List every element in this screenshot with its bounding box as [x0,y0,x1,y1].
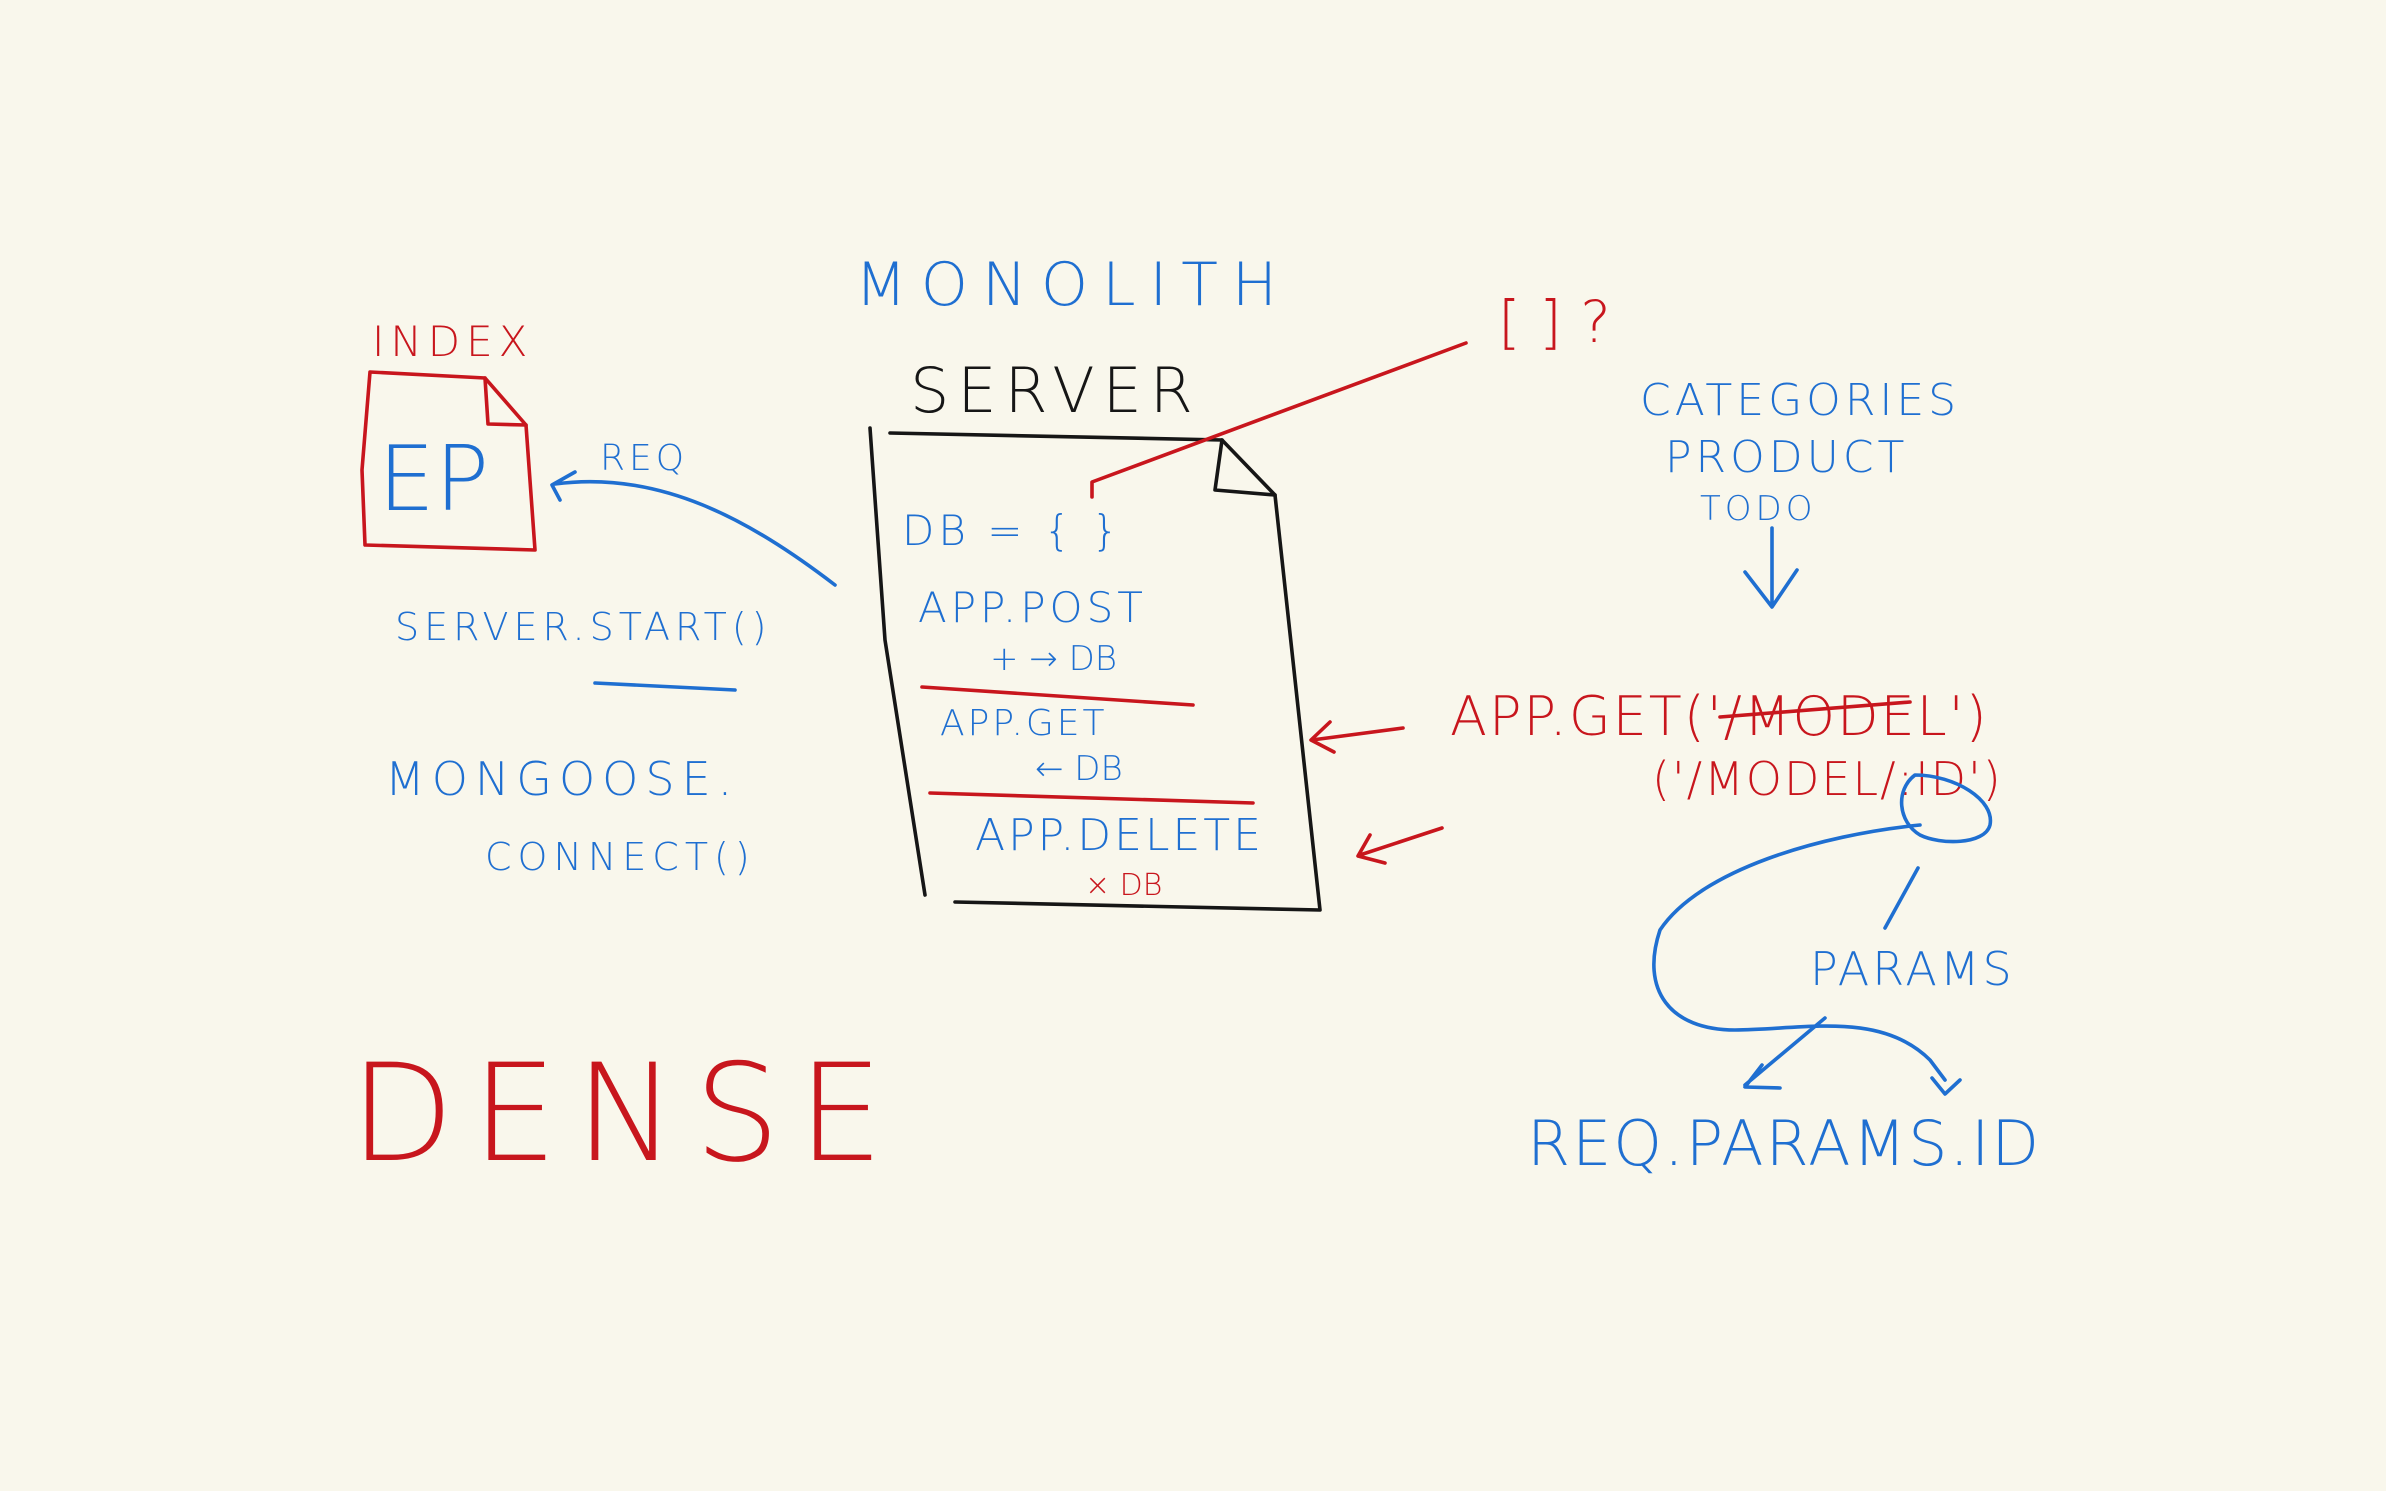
delete-arrow [1356,826,1444,865]
dense-label: DENSE [350,1035,901,1192]
down-arrow [1743,526,1799,609]
connect-label: CONNECT() [485,835,756,879]
app-get-line: APP.GET [940,703,1108,744]
app-delete-line: APP.DELETE [975,810,1264,861]
delete-db-line: × DB [1085,868,1162,903]
divider-2 [928,791,1255,805]
mongoose-label: MONGOOSE. [385,752,739,806]
app-post-line: APP.POST [918,583,1147,632]
server-start-underline [593,681,737,692]
get-arrow [1309,720,1405,754]
product-label: PRODUCT [1665,432,1908,483]
get-from-db-line: ← DB [1035,749,1123,789]
server-title: SERVER [910,354,1201,427]
req-arrow-head [550,470,577,502]
params-pointer [1883,866,1920,930]
params-label: PARAMS [1810,942,2015,996]
ep-label: EP [378,427,489,532]
whiteboard-canvas: MONOLITH INDEX EP REQ SERVER.START() MON… [350,250,2041,1192]
req-params-id-label: REQ.PARAMS.ID [1527,1107,2041,1180]
req-label: REQ [600,438,688,479]
post-to-db-line: + → DB [990,639,1117,679]
server-start-label: SERVER.START() [395,605,771,649]
monolith-title: MONOLITH [855,250,1291,320]
req-arrow [553,479,837,587]
categories-label: CATEGORIES [1640,375,1960,426]
model-id-label: ('/MODEL/:ID') [1652,752,2003,806]
index-label: INDEX [372,317,533,366]
db-line: DB = { } [902,506,1123,555]
todo-label: TODO [1700,489,1816,529]
question-label: [ ] ? [1498,288,1611,356]
